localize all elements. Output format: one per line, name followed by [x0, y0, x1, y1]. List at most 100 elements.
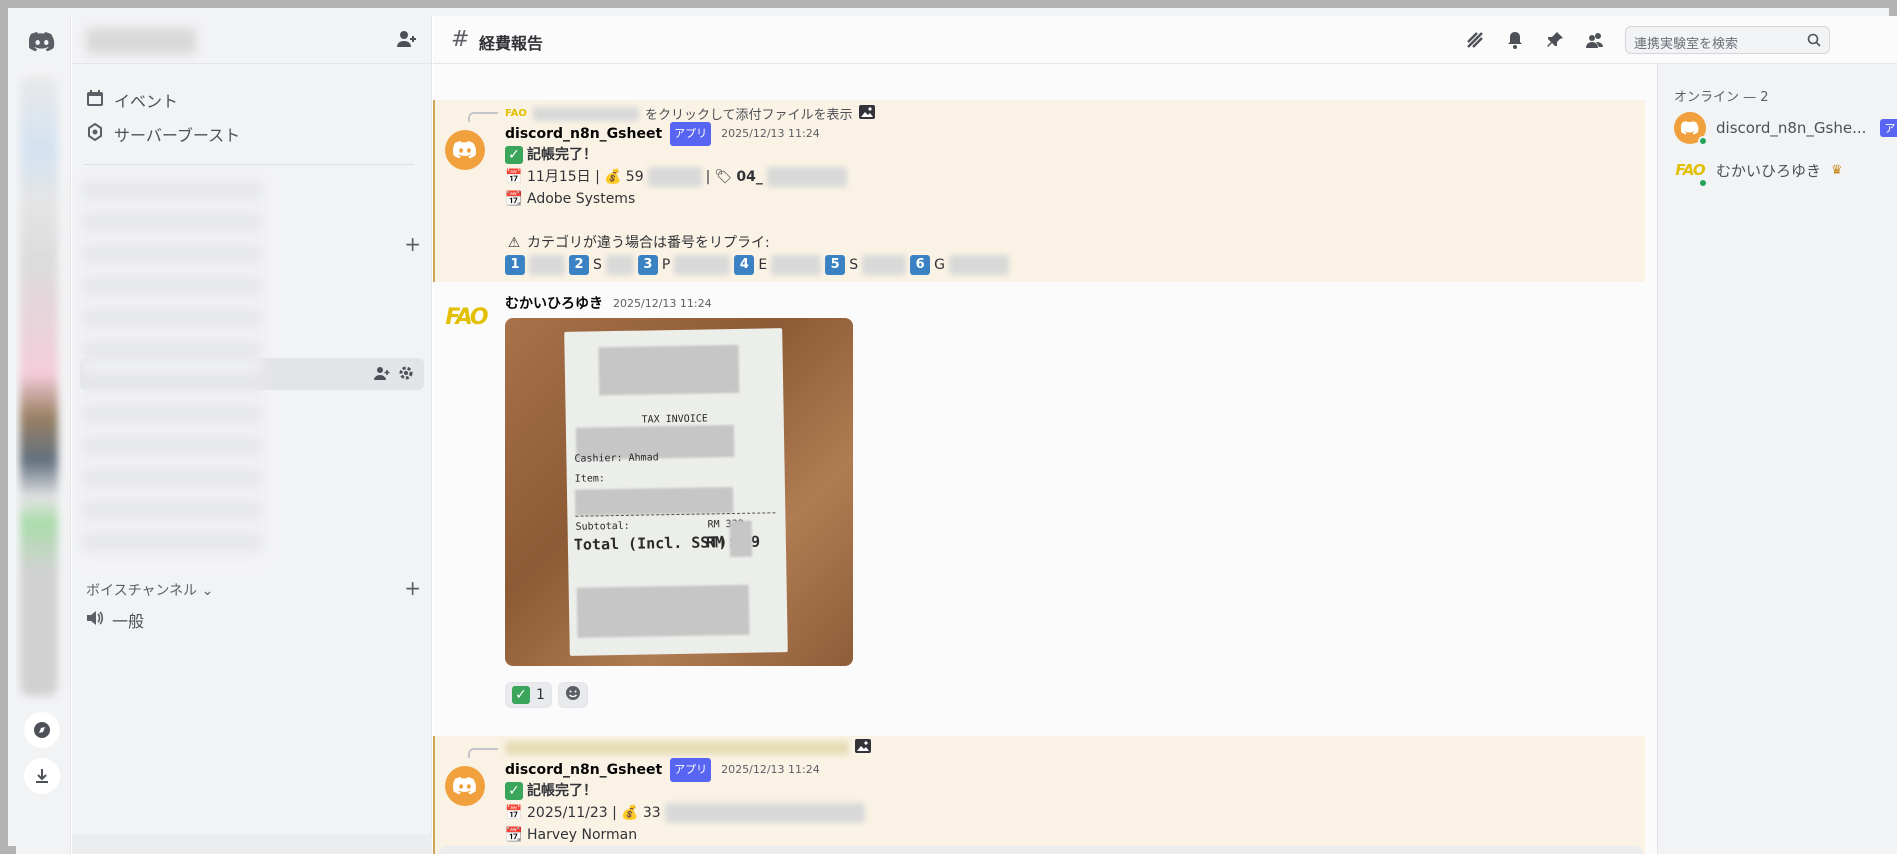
category-blurred: [766, 167, 847, 187]
add-reaction-button[interactable]: [557, 682, 588, 708]
redacted-box: [598, 344, 740, 396]
boost-gem-icon: [86, 122, 104, 145]
calendar-icon: 📅: [505, 805, 523, 821]
receipt-paper: TAX INVOICE Cashier: Ahmad Item: Subtota…: [564, 328, 788, 656]
gear-icon[interactable]: [398, 365, 414, 385]
option-blurred: [529, 255, 565, 275]
timestamp: 2025/12/13 11:24: [721, 763, 820, 776]
option-number: 5: [825, 255, 846, 275]
date-text: 2025/11/23 |: [527, 805, 617, 821]
reply-avatar-icon: FAO: [505, 108, 527, 119]
threads-icon[interactable]: [1465, 30, 1485, 54]
timestamp: 2025/12/13 11:24: [613, 297, 712, 310]
voice-channel-label: 一般: [112, 612, 145, 631]
avatar[interactable]: [445, 766, 485, 806]
member-item[interactable]: FAO むかいひろゆき ♛: [1674, 154, 1843, 188]
date-text: 11月15日 |: [527, 169, 600, 185]
receipt-image[interactable]: TAX INVOICE Cashier: Ahmad Item: Subtota…: [505, 318, 853, 666]
online-status-dot: [1698, 136, 1708, 146]
explore-icon[interactable]: [24, 712, 60, 748]
reply-preview[interactable]: FAO をクリックして添付ファイルを表示: [505, 104, 875, 123]
channel-list-blurred[interactable]: [82, 181, 262, 561]
channel-sidebar: イベント サーバーブースト + ボイスチャンネル ⌄ + 一般: [72, 16, 432, 854]
channel-header: # 経費報告 連携実験室を検索: [433, 16, 1897, 64]
user-panel[interactable]: [72, 834, 432, 854]
category-code: 04_: [736, 169, 763, 185]
money-bag-icon: 💰: [621, 805, 639, 821]
message-input[interactable]: [439, 846, 1643, 854]
download-icon[interactable]: [24, 758, 60, 794]
avatar: [1674, 112, 1708, 146]
speaker-icon: [86, 610, 104, 630]
message-user-receipt: FAO むかいひろゆき 2025/12/13 11:24 TAX INVOICE…: [445, 293, 1625, 708]
member-list-header: オンライン — 2: [1674, 90, 1769, 105]
bell-icon[interactable]: [1505, 30, 1525, 54]
voice-category-label: ボイスチャンネル: [86, 583, 198, 599]
receipt-subtotal-label: Subtotal:: [575, 520, 630, 533]
add-member-icon[interactable]: [374, 365, 390, 385]
calendar-icon: 📅: [505, 169, 523, 185]
channel-title: 経費報告: [479, 34, 544, 53]
message-title-line: ✓ 記帳完了！: [505, 144, 1605, 166]
message-detail-line: 📅 11月15日 | 💰 59 | 🏷 04_: [505, 166, 1605, 188]
hash-icon: #: [451, 27, 470, 52]
sidebar-item-label: サーバーブースト: [114, 126, 241, 145]
member-name: むかいひろゆき: [1716, 161, 1822, 180]
option-letter: G: [934, 257, 945, 273]
pin-icon[interactable]: [1545, 30, 1565, 54]
redacted-box: [576, 584, 750, 638]
search-placeholder: 連携実験室を検索: [1634, 37, 1739, 52]
chat-area: # 経費報告 連携実験室を検索 FAO をクリックして添付ファイルを表示 dis…: [433, 16, 1897, 854]
sidebar-item-server-boost[interactable]: サーバーブースト: [86, 122, 240, 146]
option-blurred: [948, 255, 1009, 275]
server-list-blurred[interactable]: [20, 76, 58, 696]
member-item[interactable]: discord_n8n_Gshe... アプリ: [1674, 112, 1897, 146]
reaction-count: 1: [536, 687, 545, 703]
sidebar-item-events[interactable]: イベント: [86, 88, 178, 112]
options-line: 1 2 S 3 P 4 E 5 S 6 G: [505, 254, 1605, 276]
amount-text: 33: [642, 805, 661, 821]
voice-channel-general[interactable]: 一般: [86, 608, 144, 632]
calendar-icon: [86, 89, 104, 111]
reaction-check[interactable]: ✓ 1: [505, 682, 552, 708]
option-letter: S: [593, 257, 602, 273]
server-header[interactable]: [72, 16, 431, 64]
author-name[interactable]: むかいひろゆき: [505, 293, 603, 315]
app-badge: アプリ: [670, 758, 712, 782]
author-name[interactable]: discord_n8n_Gsheet: [505, 759, 662, 781]
receipt-heading: TAX INVOICE: [641, 413, 708, 426]
window-frame: イベント サーバーブースト + ボイスチャンネル ⌄ + 一般 # 経費報告 連…: [0, 0, 1897, 854]
author-name[interactable]: discord_n8n_Gsheet: [505, 123, 662, 145]
chevron-down-icon: ⌄: [201, 583, 214, 599]
message-detail-line: 📅 2025/11/23 | 💰 33: [505, 802, 1605, 824]
message-title: 記帳完了！: [527, 783, 597, 799]
option-number: 1: [505, 255, 525, 275]
option-number: 6: [910, 255, 931, 275]
invite-user-icon[interactable]: [397, 30, 417, 52]
vendor-name: Adobe Systems: [527, 191, 636, 207]
reply-preview[interactable]: [505, 739, 871, 757]
app-badge: アプリ: [1880, 119, 1897, 137]
image-icon: [855, 739, 871, 757]
search-input[interactable]: 連携実験室を検索: [1625, 26, 1830, 54]
option-letter: E: [758, 257, 768, 273]
calendar-icon: 📆: [505, 827, 523, 843]
add-channel-icon[interactable]: +: [404, 232, 421, 256]
message-bot-1: discord_n8n_Gsheet アプリ 2025/12/13 11:24 …: [445, 122, 1625, 284]
vendor-name: Harvey Norman: [527, 827, 638, 843]
app-window: イベント サーバーブースト + ボイスチャンネル ⌄ + 一般 # 経費報告 連…: [16, 16, 1897, 854]
warning-line: ⚠ カテゴリが違う場合は番号をリプライ:: [505, 232, 1605, 254]
amount-blurred: [647, 167, 702, 187]
redacted-box: [574, 487, 734, 516]
add-voice-channel-icon[interactable]: +: [404, 576, 421, 600]
discord-home-icon[interactable]: [24, 28, 60, 56]
timestamp: 2025/12/13 11:24: [721, 127, 820, 140]
reply-author-blurred: [532, 106, 639, 121]
label-tag-icon: 🏷: [714, 169, 733, 185]
member-list-icon[interactable]: [1585, 30, 1605, 54]
voice-category[interactable]: ボイスチャンネル ⌄: [86, 580, 213, 600]
avatar[interactable]: FAO: [445, 296, 488, 338]
avatar[interactable]: [445, 130, 485, 170]
avatar: FAO: [1674, 154, 1708, 188]
